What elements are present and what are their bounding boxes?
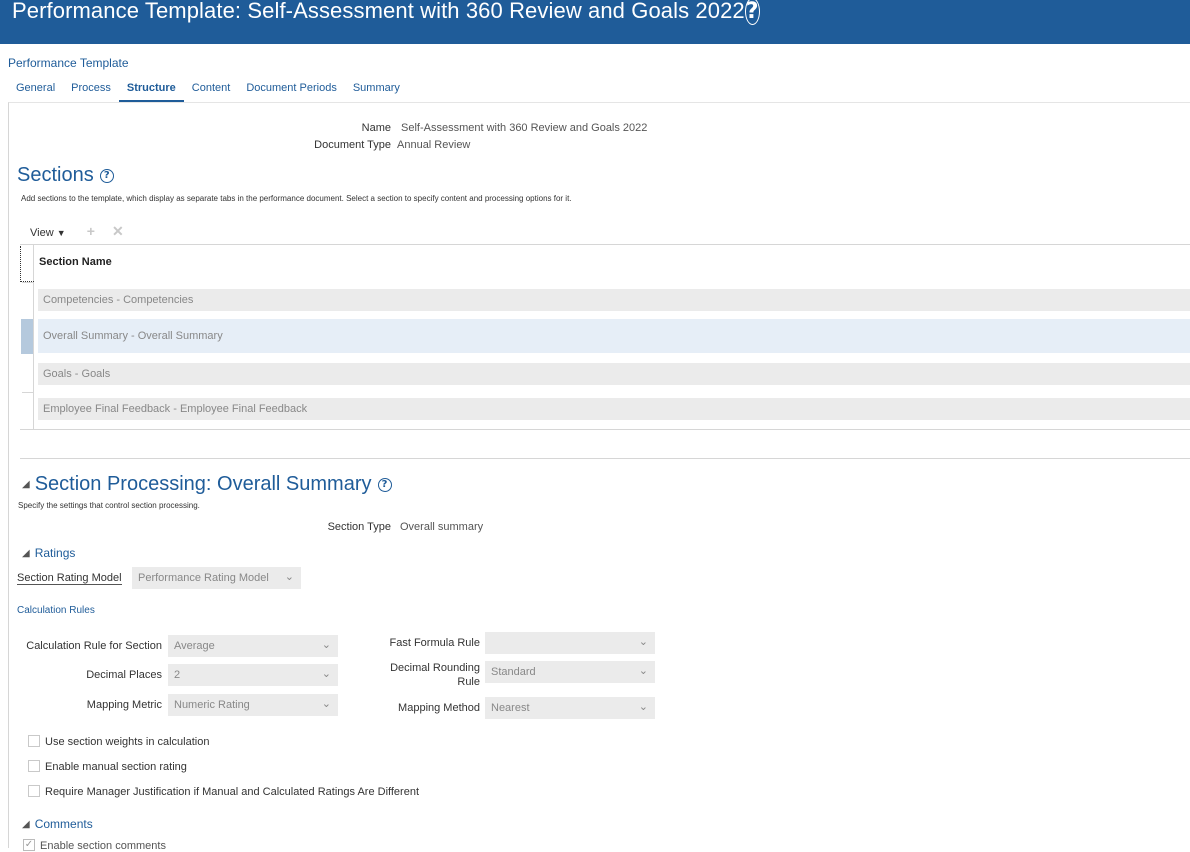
- section-type-label: Section Type: [327, 521, 391, 533]
- chevron-down-icon: ⌄: [321, 638, 331, 651]
- use-section-weights-label[interactable]: Use section weights in calculation: [45, 736, 209, 748]
- collapse-triangle-icon: ◢: [22, 819, 30, 830]
- view-menu[interactable]: View ▼: [30, 227, 66, 239]
- section-type-value: Overall summary: [400, 521, 484, 533]
- grid-border: [20, 429, 1190, 430]
- tab-general[interactable]: General: [8, 79, 63, 100]
- tab-structure[interactable]: Structure: [118, 79, 184, 102]
- collapse-triangle-icon[interactable]: ◢: [22, 479, 30, 490]
- help-icon[interactable]: ?: [99, 169, 114, 183]
- fast-formula-rule-select[interactable]: ⌄: [485, 632, 655, 654]
- tab-content[interactable]: Content: [184, 79, 239, 100]
- help-icon[interactable]: ?: [744, 0, 760, 25]
- chevron-down-icon: ⌄: [321, 667, 331, 680]
- breadcrumb[interactable]: Performance Template: [8, 56, 129, 70]
- delete-icon[interactable]: ✕: [112, 223, 124, 239]
- require-justification-label[interactable]: Require Manager Justification if Manual …: [45, 786, 419, 798]
- document-type-value: Annual Review: [397, 139, 471, 151]
- decimal-rounding-rule-label: Decimal Rounding Rule: [390, 662, 480, 688]
- decimal-places-label: Decimal Places: [86, 669, 162, 681]
- tab-document-periods[interactable]: Document Periods: [238, 79, 345, 100]
- require-justification-checkbox[interactable]: [28, 785, 40, 797]
- collapse-triangle-icon: ◢: [22, 548, 30, 559]
- chevron-down-icon: ⌄: [638, 635, 648, 648]
- processing-description: Specify the settings that control sectio…: [18, 501, 200, 510]
- comments-subheading[interactable]: ◢ Comments: [22, 817, 93, 831]
- section-rating-model-label: Section Rating Model: [17, 572, 122, 585]
- mapping-metric-select[interactable]: Numeric Rating ⌄: [168, 694, 338, 716]
- decimal-rounding-rule-select[interactable]: Standard ⌄: [485, 661, 655, 683]
- name-value: Self-Assessment with 360 Review and Goal…: [401, 122, 648, 134]
- grid-border: [20, 244, 1190, 245]
- focus-indicator: [20, 246, 34, 282]
- decimal-places-select[interactable]: 2 ⌄: [168, 664, 338, 686]
- chevron-down-icon: ⌄: [638, 700, 648, 713]
- mapping-method-label: Mapping Method: [398, 702, 480, 714]
- chevron-down-icon: ⌄: [638, 664, 648, 677]
- use-section-weights-checkbox[interactable]: [28, 735, 40, 747]
- sections-heading: Sections?: [17, 164, 114, 187]
- section-processing-heading: ◢ Section Processing: Overall Summary?: [22, 473, 392, 496]
- calculation-rules-subheading: Calculation Rules: [17, 605, 95, 616]
- page-title: Performance Template: Self-Assessment wi…: [12, 0, 760, 25]
- calculation-rule-select[interactable]: Average ⌄: [168, 635, 338, 657]
- caret-down-icon: ▼: [56, 228, 66, 238]
- tab-process[interactable]: Process: [63, 79, 119, 100]
- mapping-metric-label: Mapping Metric: [86, 699, 162, 711]
- calculation-rule-label: Calculation Rule for Section: [26, 640, 162, 652]
- column-header-section-name[interactable]: Section Name: [39, 256, 112, 268]
- sections-description: Add sections to the template, which disp…: [21, 194, 572, 203]
- selected-row-marker: [21, 319, 33, 354]
- enable-comments-checkbox[interactable]: ✓: [23, 839, 35, 851]
- enable-comments-label[interactable]: Enable section comments: [40, 840, 166, 852]
- mapping-method-select[interactable]: Nearest ⌄: [485, 697, 655, 719]
- fast-formula-rule-label: Fast Formula Rule: [389, 637, 480, 649]
- row-divider: [22, 392, 34, 393]
- section-divider: [20, 458, 1190, 459]
- table-row[interactable]: Goals - Goals: [38, 363, 1190, 385]
- tab-bar: General Process Structure Content Document P…: [8, 78, 408, 102]
- ratings-subheading[interactable]: ◢ Ratings: [22, 546, 75, 560]
- help-icon[interactable]: ?: [377, 478, 392, 492]
- row-divider: [22, 282, 34, 283]
- enable-manual-rating-checkbox[interactable]: [28, 760, 40, 772]
- chevron-down-icon: ⌄: [321, 697, 331, 710]
- enable-manual-rating-label[interactable]: Enable manual section rating: [45, 761, 187, 773]
- table-row[interactable]: Employee Final Feedback - Employee Final…: [38, 398, 1190, 420]
- tab-summary[interactable]: Summary: [345, 79, 408, 100]
- chevron-down-icon: ⌄: [284, 570, 294, 583]
- name-label: Name: [361, 122, 391, 134]
- table-row[interactable]: Competencies - Competencies: [38, 289, 1190, 311]
- document-type-label: Document Type: [314, 139, 391, 151]
- add-icon[interactable]: +: [87, 223, 95, 239]
- section-rating-model-select[interactable]: Performance Rating Model ⌄: [132, 567, 301, 589]
- table-row-selected[interactable]: Overall Summary - Overall Summary: [38, 319, 1190, 353]
- sections-toolbar: View ▼ + ✕: [30, 223, 124, 240]
